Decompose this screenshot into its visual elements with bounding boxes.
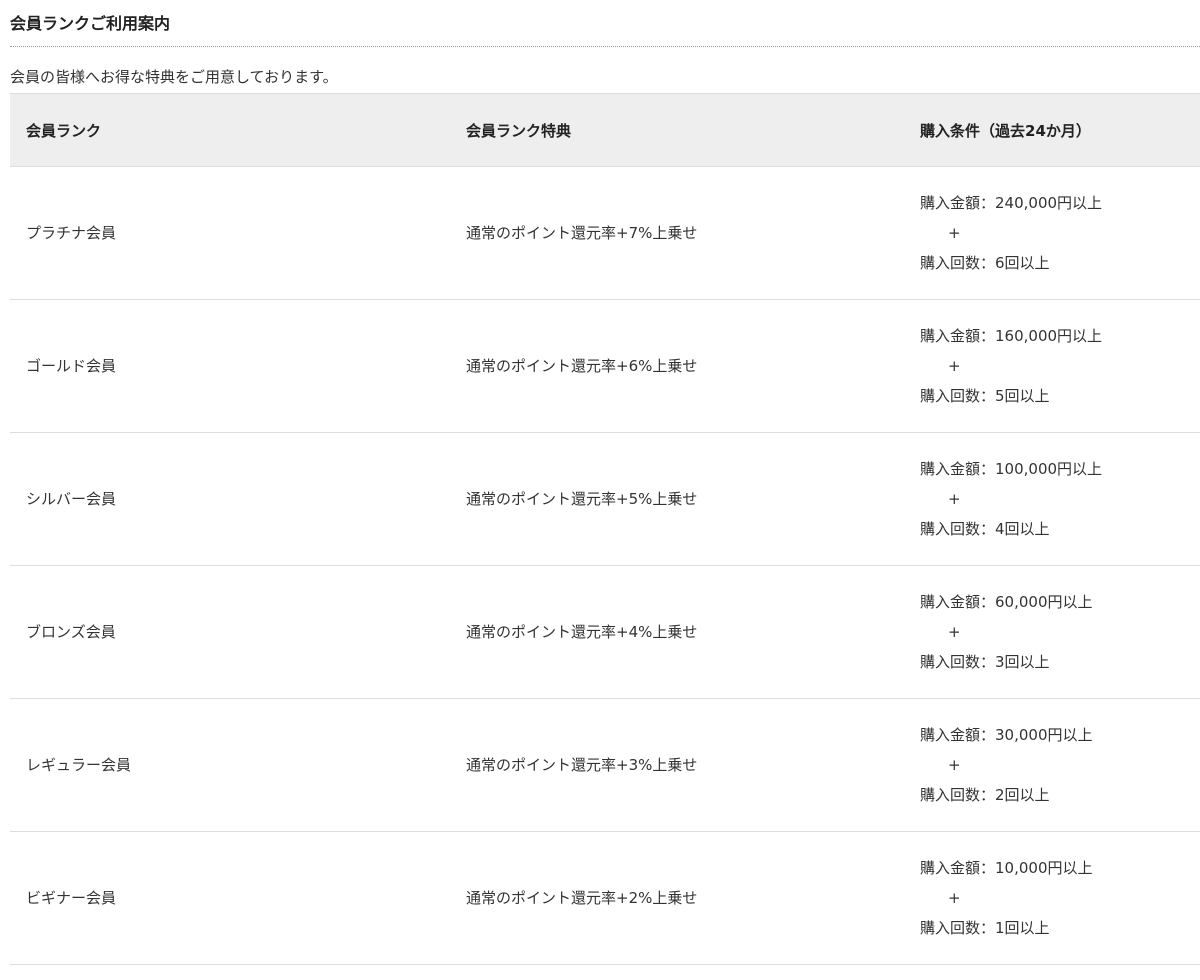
condition-amount: 購入金額：30,000円以上 xyxy=(920,726,1093,744)
condition-plus: + xyxy=(948,357,961,375)
condition-count: 購入回数：4回以上 xyxy=(920,520,1050,538)
condition-amount: 購入金額：160,000円以上 xyxy=(920,327,1103,345)
member-rank-table: 会員ランク 会員ランク特典 購入条件（過去24か月） プラチナ会員 通常のポイン… xyxy=(10,93,1200,965)
intro-text: 会員の皆様へお得な特典をご用意しております。 xyxy=(10,68,338,86)
purchase-condition: 購入金額：100,000円以上 + 購入回数：4回以上 xyxy=(905,433,1200,566)
rank-name: シルバー会員 xyxy=(26,490,117,508)
header-purchase-condition: 購入条件（過去24か月） xyxy=(905,93,1200,167)
condition-amount: 購入金額：240,000円以上 xyxy=(920,194,1103,212)
condition-plus: + xyxy=(948,623,961,641)
table-header-row: 会員ランク 会員ランク特典 購入条件（過去24か月） xyxy=(10,93,1200,167)
purchase-condition: 購入金額：60,000円以上 + 購入回数：3回以上 xyxy=(905,566,1200,699)
rank-benefit: 通常のポイント還元率+7%上乗せ xyxy=(450,166,905,300)
table-row: ビギナー会員 通常のポイント還元率+2%上乗せ 購入金額：10,000円以上 +… xyxy=(10,832,1200,965)
condition-count: 購入回数：6回以上 xyxy=(920,254,1050,272)
condition-count: 購入回数：5回以上 xyxy=(920,387,1050,405)
rank-benefit: 通常のポイント還元率+5%上乗せ xyxy=(466,490,698,508)
condition-plus: + xyxy=(948,756,961,774)
table-row: ブロンズ会員 通常のポイント還元率+4%上乗せ 購入金額：60,000円以上 +… xyxy=(10,566,1200,699)
rank-name: ブロンズ会員 xyxy=(26,623,116,641)
condition-amount: 購入金額：100,000円以上 xyxy=(920,460,1103,478)
rank-name: ビギナー会員 xyxy=(26,889,117,907)
rank-benefit: 通常のポイント還元率+2%上乗せ xyxy=(466,889,698,907)
condition-count: 購入回数：3回以上 xyxy=(920,653,1050,671)
condition-amount: 購入金額：10,000円以上 xyxy=(920,859,1093,877)
condition-plus: + xyxy=(948,224,961,242)
header-rank-benefit: 会員ランク特典 xyxy=(450,93,905,167)
condition-count: 購入回数：2回以上 xyxy=(920,786,1050,804)
table-row: ゴールド会員 通常のポイント還元率+6%上乗せ 購入金額：160,000円以上 … xyxy=(10,300,1200,433)
purchase-condition: 購入金額：240,000円以上 + 購入回数：6回以上 xyxy=(905,166,1200,300)
rank-benefit: 通常のポイント還元率+6%上乗せ xyxy=(466,357,698,375)
condition-plus: + xyxy=(948,889,961,907)
table-row: シルバー会員 通常のポイント還元率+5%上乗せ 購入金額：100,000円以上 … xyxy=(10,433,1200,566)
condition-amount: 購入金額：60,000円以上 xyxy=(920,593,1093,611)
table-row: レギュラー会員 通常のポイント還元率+3%上乗せ 購入金額：30,000円以上 … xyxy=(10,699,1200,832)
rank-benefit: 通常のポイント還元率+4%上乗せ xyxy=(466,623,698,641)
rank-benefit: 通常のポイント還元率+3%上乗せ xyxy=(466,756,698,774)
header-member-rank: 会員ランク xyxy=(10,93,450,167)
purchase-condition: 購入金額：10,000円以上 + 購入回数：1回以上 xyxy=(905,832,1200,965)
rank-name: レギュラー会員 xyxy=(26,756,132,774)
rank-name: プラチナ会員 xyxy=(10,166,450,300)
condition-plus: + xyxy=(948,490,961,508)
page-title: 会員ランクご利用案内 xyxy=(10,14,171,33)
purchase-condition: 購入金額：30,000円以上 + 購入回数：2回以上 xyxy=(905,699,1200,832)
table-row: プラチナ会員 通常のポイント還元率+7%上乗せ 購入金額：240,000円以上 … xyxy=(10,166,1200,300)
title-divider xyxy=(10,46,1200,47)
rank-name: ゴールド会員 xyxy=(26,357,117,375)
purchase-condition: 購入金額：160,000円以上 + 購入回数：5回以上 xyxy=(905,300,1200,433)
condition-count: 購入回数：1回以上 xyxy=(920,919,1050,937)
